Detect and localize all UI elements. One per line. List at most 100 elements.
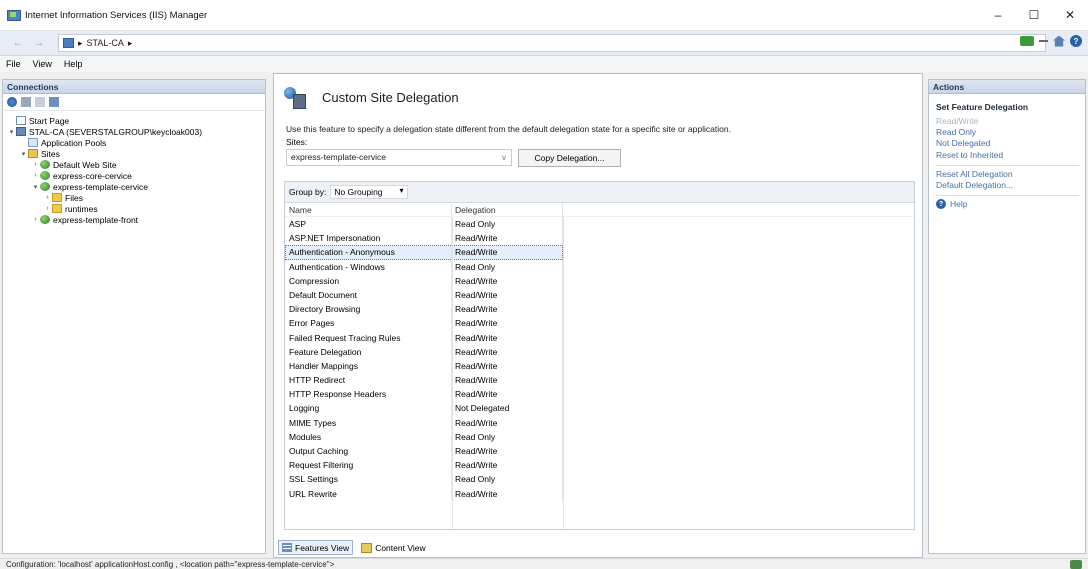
table-row[interactable]: Failed Request Tracing Rules Read/Write — [285, 330, 914, 345]
table-row[interactable]: Authentication - Anonymous Read/Write — [285, 245, 563, 260]
action-link[interactable]: Not Delegated — [936, 138, 1085, 149]
menu-view[interactable]: View — [33, 59, 52, 69]
sites-dropdown[interactable]: express-template-cervice ∨ — [286, 149, 512, 166]
actions-body: Set Feature Delegation Read/Write Read On… — [929, 94, 1085, 210]
action-link: Read/Write — [936, 116, 979, 126]
stop-icon[interactable] — [1039, 40, 1048, 42]
feature-name: Default Document — [285, 287, 452, 303]
tab-features-view[interactable]: Features View — [278, 540, 354, 555]
globe-icon — [40, 171, 50, 180]
delete-connection-icon[interactable] — [49, 97, 59, 107]
tab-features-label: Features View — [295, 542, 350, 553]
feature-name: Compression — [285, 273, 452, 288]
expand-toggle-icon[interactable]: › — [43, 194, 52, 201]
tab-content-view[interactable]: Content View — [357, 540, 429, 555]
forward-arrow-icon[interactable]: → — [30, 34, 48, 52]
sites-label: Sites: — [286, 137, 308, 147]
action-link[interactable]: Reset to Inherited — [936, 150, 1085, 161]
tree-node-label: Start Page — [29, 115, 70, 126]
tree-node[interactable]: Start Page — [3, 115, 265, 126]
tree-node[interactable]: › express-core-cervice — [3, 170, 265, 181]
network-icon[interactable] — [1020, 36, 1034, 46]
connect-icon[interactable] — [7, 97, 17, 107]
table-row[interactable]: Authentication - Windows Read Only — [285, 259, 914, 274]
back-arrow-icon[interactable]: ← — [9, 34, 27, 52]
table-row[interactable]: SSL Settings Read Only — [285, 472, 914, 487]
table-row[interactable]: Feature Delegation Read/Write — [285, 344, 914, 359]
save-icon[interactable] — [21, 97, 31, 107]
tree-node-label: Application Pools — [41, 137, 107, 148]
table-row[interactable]: URL Rewrite Read/Write — [285, 486, 914, 501]
connections-tree: Start Page ▾ STAL-CA (SEVERSTALGROUP\keycl… — [3, 111, 265, 225]
group-by-dropdown[interactable]: No Grouping — [330, 185, 408, 199]
status-text: Configuration: 'localhost' applicationHo… — [6, 560, 335, 569]
feature-delegation: Read/Write — [452, 245, 563, 260]
minimize-button[interactable]: – — [980, 0, 1016, 30]
table-row[interactable]: Handler Mappings Read/Write — [285, 358, 914, 374]
connections-header: Connections — [3, 80, 265, 94]
table-row[interactable]: Logging Not Delegated — [285, 401, 914, 416]
page-title: Custom Site Delegation — [322, 89, 459, 105]
table-row[interactable]: ASP.NET Impersonation Read/Write — [285, 231, 914, 246]
table-row[interactable]: Default Document Read/Write — [285, 287, 914, 303]
breadcrumb-separator[interactable]: ▸ — [128, 38, 133, 49]
tree-node[interactable]: ▾ Sites — [3, 148, 265, 159]
feature-delegation: Read/Write — [452, 316, 563, 331]
copy-delegation-button[interactable]: Copy Delegation... — [518, 149, 621, 167]
pool-icon — [28, 138, 38, 147]
tree-node-label: runtimes — [65, 203, 98, 214]
tree-node-label: Sites — [41, 148, 60, 159]
globe-icon — [40, 182, 50, 191]
expand-toggle-icon[interactable]: › — [31, 172, 40, 179]
feature-delegation: Read Only — [452, 472, 563, 487]
table-row[interactable]: Modules Read Only — [285, 429, 914, 444]
help-action[interactable]: ? Help — [936, 199, 1085, 210]
table-row[interactable]: ASP Read Only — [285, 217, 914, 232]
table-row[interactable]: Request Filtering Read/Write — [285, 458, 914, 473]
expand-toggle-icon[interactable]: ▾ — [7, 128, 16, 136]
tree-node-label: express-template-front — [53, 214, 139, 225]
tree-node[interactable]: ▾ express-template-cervice — [3, 181, 265, 192]
breadcrumb-server[interactable]: STAL-CA — [87, 38, 124, 48]
table-row[interactable]: Compression Read/Write — [285, 273, 914, 288]
home-icon[interactable] — [1053, 35, 1065, 47]
table-row[interactable]: HTTP Response Headers Read/Write — [285, 387, 914, 402]
breadcrumb[interactable]: ▸ STAL-CA ▸ — [58, 34, 1046, 52]
tree-node[interactable]: › express-template-front — [3, 214, 265, 225]
feature-delegation: Read Only — [452, 429, 563, 444]
table-row[interactable]: Directory Browsing Read/Write — [285, 302, 914, 317]
actions-divider — [936, 164, 1079, 166]
expand-toggle-icon[interactable]: › — [43, 205, 52, 212]
expand-toggle-icon[interactable]: › — [31, 161, 40, 168]
menu-file[interactable]: File — [6, 59, 21, 69]
maximize-button[interactable]: ☐ — [1016, 0, 1052, 30]
action-link[interactable]: Default Delegation... — [936, 180, 1085, 191]
action-link[interactable]: Reset All Delegation — [936, 169, 1085, 180]
menu-help[interactable]: Help — [64, 59, 83, 69]
tree-node[interactable]: ▾ STAL-CA (SEVERSTALGROUP\keycloak003) — [3, 126, 265, 137]
tree-node[interactable]: › runtimes — [3, 203, 265, 214]
up-icon[interactable] — [35, 97, 45, 107]
column-header-name[interactable]: Name — [285, 202, 452, 217]
page-icon — [16, 116, 26, 125]
expand-toggle-icon[interactable]: › — [31, 216, 40, 223]
tree-node[interactable]: › Default Web Site — [3, 159, 265, 170]
feature-name: HTTP Redirect — [285, 373, 452, 388]
column-header-delegation[interactable]: Delegation — [452, 202, 563, 217]
table-row[interactable]: Output Caching Read/Write — [285, 444, 914, 459]
action-link[interactable]: Read Only — [936, 127, 1085, 138]
feature-delegation: Read/Write — [452, 330, 563, 345]
page-description: Use this feature to specify a delegation… — [286, 124, 731, 134]
tree-node[interactable]: Application Pools — [3, 137, 265, 148]
table-row[interactable]: MIME Types Read/Write — [285, 415, 914, 430]
close-button[interactable]: ✕ — [1052, 0, 1088, 30]
expand-toggle-icon[interactable]: ▾ — [19, 150, 28, 158]
tree-node[interactable]: › Files — [3, 192, 265, 203]
table-row[interactable]: Error Pages Read/Write — [285, 316, 914, 331]
breadcrumb-separator: ▸ — [78, 37, 83, 48]
actions-title: Set Feature Delegation — [936, 102, 1029, 112]
help-icon[interactable]: ? — [1070, 35, 1082, 47]
table-row[interactable]: HTTP Redirect Read/Write — [285, 373, 914, 388]
help-label: Help — [950, 199, 968, 210]
expand-toggle-icon[interactable]: ▾ — [31, 183, 40, 191]
